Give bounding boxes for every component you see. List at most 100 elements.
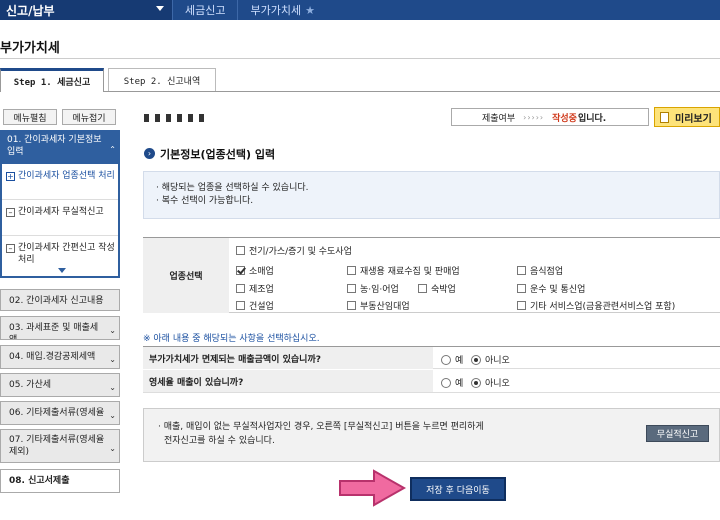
collapse-minus-icon: – (6, 208, 15, 217)
checkbox-label: 전기/가스/증기 및 수도사업 (249, 247, 352, 257)
status-suffix: 입니다. (577, 113, 607, 124)
sidebar-item-label: 07. 기타제출서류(영세율 제외) (9, 435, 105, 457)
chevron-up-icon: ⌃ (109, 145, 116, 154)
checkbox-box[interactable] (347, 301, 356, 310)
sidebar-subitem-label: 간이과세자 간편신고 작성 처리 (18, 243, 115, 265)
caret-down-icon (58, 268, 66, 273)
sidebar-item-04[interactable]: 04. 매입.경감공제세액 ⌄ (0, 345, 120, 369)
breadcrumb-1[interactable]: 세금신고 (172, 0, 237, 20)
question-row-exempt: 부가가치세가 면제되는 매출금액이 있습니까? 예 아니오 (143, 346, 720, 369)
checkbox-box-checked[interactable] (236, 266, 245, 275)
radio-circle-selected[interactable] (471, 377, 481, 388)
checkbox-manufacturing[interactable]: 제조업 (236, 282, 274, 295)
radio-circle-selected[interactable] (471, 354, 481, 365)
sidebar-item-basic-info[interactable]: 01. 간이과세자 기본정보 입력 ⌃ (0, 130, 120, 164)
chevron-down-icon: ⌄ (109, 411, 116, 420)
chevron-down-icon: ⌄ (109, 355, 116, 364)
radio-circle[interactable] (441, 377, 451, 388)
sidebar-item-label: 02. 간이과세자 신고내용 (9, 296, 104, 306)
checkbox-box[interactable] (236, 284, 245, 293)
sidebar-item-label: 01. 간이과세자 기본정보 입력 (7, 135, 102, 157)
no-sales-info-box: · 매출, 매입이 없는 무실적사업자인 경우, 오른쪽 [무실적신고] 버튼을… (143, 408, 720, 462)
checkbox-box[interactable] (517, 266, 526, 275)
nav-main-label: 신고/납부 (6, 3, 55, 18)
checkbox-box[interactable] (517, 301, 526, 310)
checkbox-construction[interactable]: 건설업 (236, 299, 274, 312)
checkbox-real-estate[interactable]: 부동산임대업 (347, 299, 410, 312)
checkbox-box[interactable] (347, 266, 356, 275)
checkbox-box[interactable] (517, 284, 526, 293)
sidebar-item-03[interactable]: 03. 과세표준 및 매출세액 ⌄ (0, 316, 120, 340)
selection-instruction: ※ 아래 내용 중 해당되는 사항을 선택하십시오. (143, 334, 320, 344)
sidebar-subitem-simple-report[interactable]: – 간이과세자 간편신고 작성 처리 (2, 242, 118, 270)
title-divider (0, 58, 720, 59)
sidebar-item-08[interactable]: 08. 신고서제출 (0, 469, 120, 493)
question-label: 부가가치세가 면제되는 매출금액이 있습니까? (143, 347, 433, 369)
sidebar-item-label: 03. 과세표준 및 매출세액 (9, 323, 99, 340)
checkbox-lodging[interactable]: 숙박업 (418, 282, 456, 295)
checkbox-agriculture[interactable]: 농·임·어업 (347, 282, 399, 295)
checkbox-box[interactable] (418, 284, 427, 293)
checkbox-restaurant[interactable]: 음식점업 (517, 264, 563, 277)
chevron-down-icon: ⌄ (109, 383, 116, 392)
sidebar-subitem-label: 간이과세자 업종선택 처리 (18, 171, 115, 181)
checkbox-label: 농·임·어업 (360, 285, 399, 295)
no-sales-text-line: · 매출, 매입이 없는 무실적사업자인 경우, 오른쪽 [무실적신고] 버튼을… (158, 422, 484, 432)
masked-user-info (144, 114, 204, 122)
tab-step2[interactable]: Step 2. 신고내역 (108, 68, 216, 92)
checkbox-box[interactable] (236, 301, 245, 310)
breadcrumb-2-label: 부가가치세 (250, 4, 302, 17)
status-value: 작성중 (552, 113, 577, 124)
star-icon[interactable]: ★ (305, 4, 315, 17)
sidebar-item-07[interactable]: 07. 기타제출서류(영세율 제외) ⌄ (0, 429, 120, 463)
radio-yes[interactable]: 예 (441, 353, 463, 366)
menu-expand-button[interactable]: 메뉴펼침 (3, 109, 57, 125)
tab-step1[interactable]: Step 1. 세금신고 (0, 68, 104, 92)
sidebar-item-05[interactable]: 05. 가산세 ⌄ (0, 373, 120, 397)
question-label: 영세율 매출이 있습니까? (143, 370, 433, 392)
radio-label: 아니오 (485, 379, 510, 389)
radio-no[interactable]: 아니오 (471, 376, 510, 389)
preview-button[interactable]: 미리보기 (654, 107, 720, 127)
collapse-minus-icon: – (6, 244, 15, 253)
radio-circle[interactable] (441, 354, 451, 365)
checkbox-label: 건설업 (249, 302, 274, 312)
document-icon (660, 112, 669, 123)
sidebar-subitem-label: 간이과세자 무실적신고 (18, 207, 104, 217)
radio-no[interactable]: 아니오 (471, 353, 510, 366)
nav-main-menu[interactable]: 신고/납부 (0, 0, 172, 20)
no-sales-text-line: 전자신고를 하실 수 있습니다. (164, 436, 275, 446)
checkbox-retail[interactable]: 소매업 (236, 264, 274, 277)
arrow-circle-icon: › (144, 148, 155, 159)
checkbox-label: 음식점업 (530, 267, 564, 277)
sidebar-submenu: + 간이과세자 업종선택 처리 – 간이과세자 무실적신고 – 간이과세자 간편… (0, 164, 120, 278)
expand-plus-icon: + (6, 172, 15, 181)
save-next-button[interactable]: 저장 후 다음이동 (410, 477, 506, 501)
checkbox-box[interactable] (347, 284, 356, 293)
sidebar-item-label: 05. 가산세 (9, 380, 52, 390)
sidebar-subitem-business-type[interactable]: + 간이과세자 업종선택 처리 (2, 170, 118, 200)
submission-status: 제출여부 ››››› 작성중 입니다. (451, 108, 649, 126)
checkbox-transport[interactable]: 운수 및 통신업 (517, 282, 585, 295)
menu-collapse-button[interactable]: 메뉴접기 (62, 109, 116, 125)
sidebar-subitem-no-sales[interactable]: – 간이과세자 무실적신고 (2, 206, 118, 236)
tab-divider (104, 91, 720, 92)
radio-label: 아니오 (485, 356, 510, 366)
checkbox-utilities[interactable]: 전기/가스/증기 및 수도사업 (236, 244, 352, 257)
status-label: 제출여부 (482, 113, 516, 124)
chevron-down-icon: ⌄ (109, 326, 116, 335)
chevron-down-icon (156, 6, 164, 11)
note-line: · 복수 선택이 가능합니다. (156, 196, 254, 206)
no-sales-report-button[interactable]: 무실적신고 (646, 425, 709, 442)
radio-label: 예 (455, 379, 464, 389)
breadcrumb-2[interactable]: 부가가치세 ★ (237, 0, 326, 20)
radio-label: 예 (455, 356, 464, 366)
radio-yes[interactable]: 예 (441, 376, 463, 389)
sidebar-item-02[interactable]: 02. 간이과세자 신고내용 (0, 289, 120, 311)
checkbox-recycling[interactable]: 재생용 재료수집 및 판매업 (347, 264, 460, 277)
sidebar-item-label: 08. 신고서제출 (9, 476, 70, 486)
checkbox-box[interactable] (236, 246, 245, 255)
note-line: · 해당되는 업종을 선택하실 수 있습니다. (156, 183, 309, 193)
sidebar-item-06[interactable]: 06. 기타제출서류(영세율 ⌄ (0, 401, 120, 425)
checkbox-other-services[interactable]: 기타 서비스업(금융관련서비스업 포함) (517, 299, 675, 312)
